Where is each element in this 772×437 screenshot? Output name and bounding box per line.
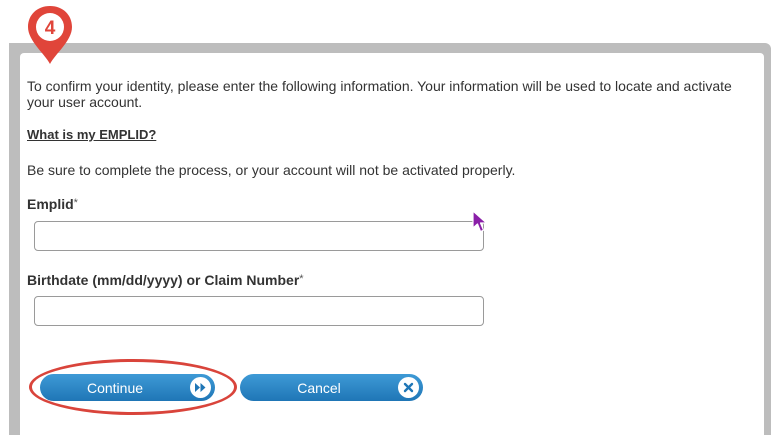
continue-button-label: Continue [86,379,144,396]
mouse-cursor-icon [472,210,488,233]
emplid-label-text: Emplid [27,196,74,212]
birthdate-label: Birthdate (mm/dd/yyyy) or Claim Number* [27,272,304,288]
cancel-button[interactable]: Cancel [240,374,423,401]
tutorial-screenshot: 4 To confirm your identity, please enter… [0,0,772,437]
what-is-emplid-link[interactable]: What is my EMPLID? [27,127,156,142]
continue-button[interactable]: Continue [40,374,215,401]
step-marker-number: 4 [45,18,56,39]
birthdate-or-claim-number-input[interactable] [34,296,484,326]
required-marker: * [299,273,304,285]
notice-text: Be sure to complete the process, or your… [27,162,516,178]
emplid-input[interactable] [34,221,484,251]
close-icon [398,377,419,398]
step-marker-pin-icon: 4 [28,6,72,64]
emplid-label: Emplid* [27,196,78,212]
cancel-button-label: Cancel [297,379,341,396]
required-marker: * [73,197,78,209]
birthdate-label-text: Birthdate (mm/dd/yyyy) or Claim Number [27,272,300,288]
intro-text: To confirm your identity, please enter t… [27,78,732,110]
double-chevron-right-icon [190,377,211,398]
